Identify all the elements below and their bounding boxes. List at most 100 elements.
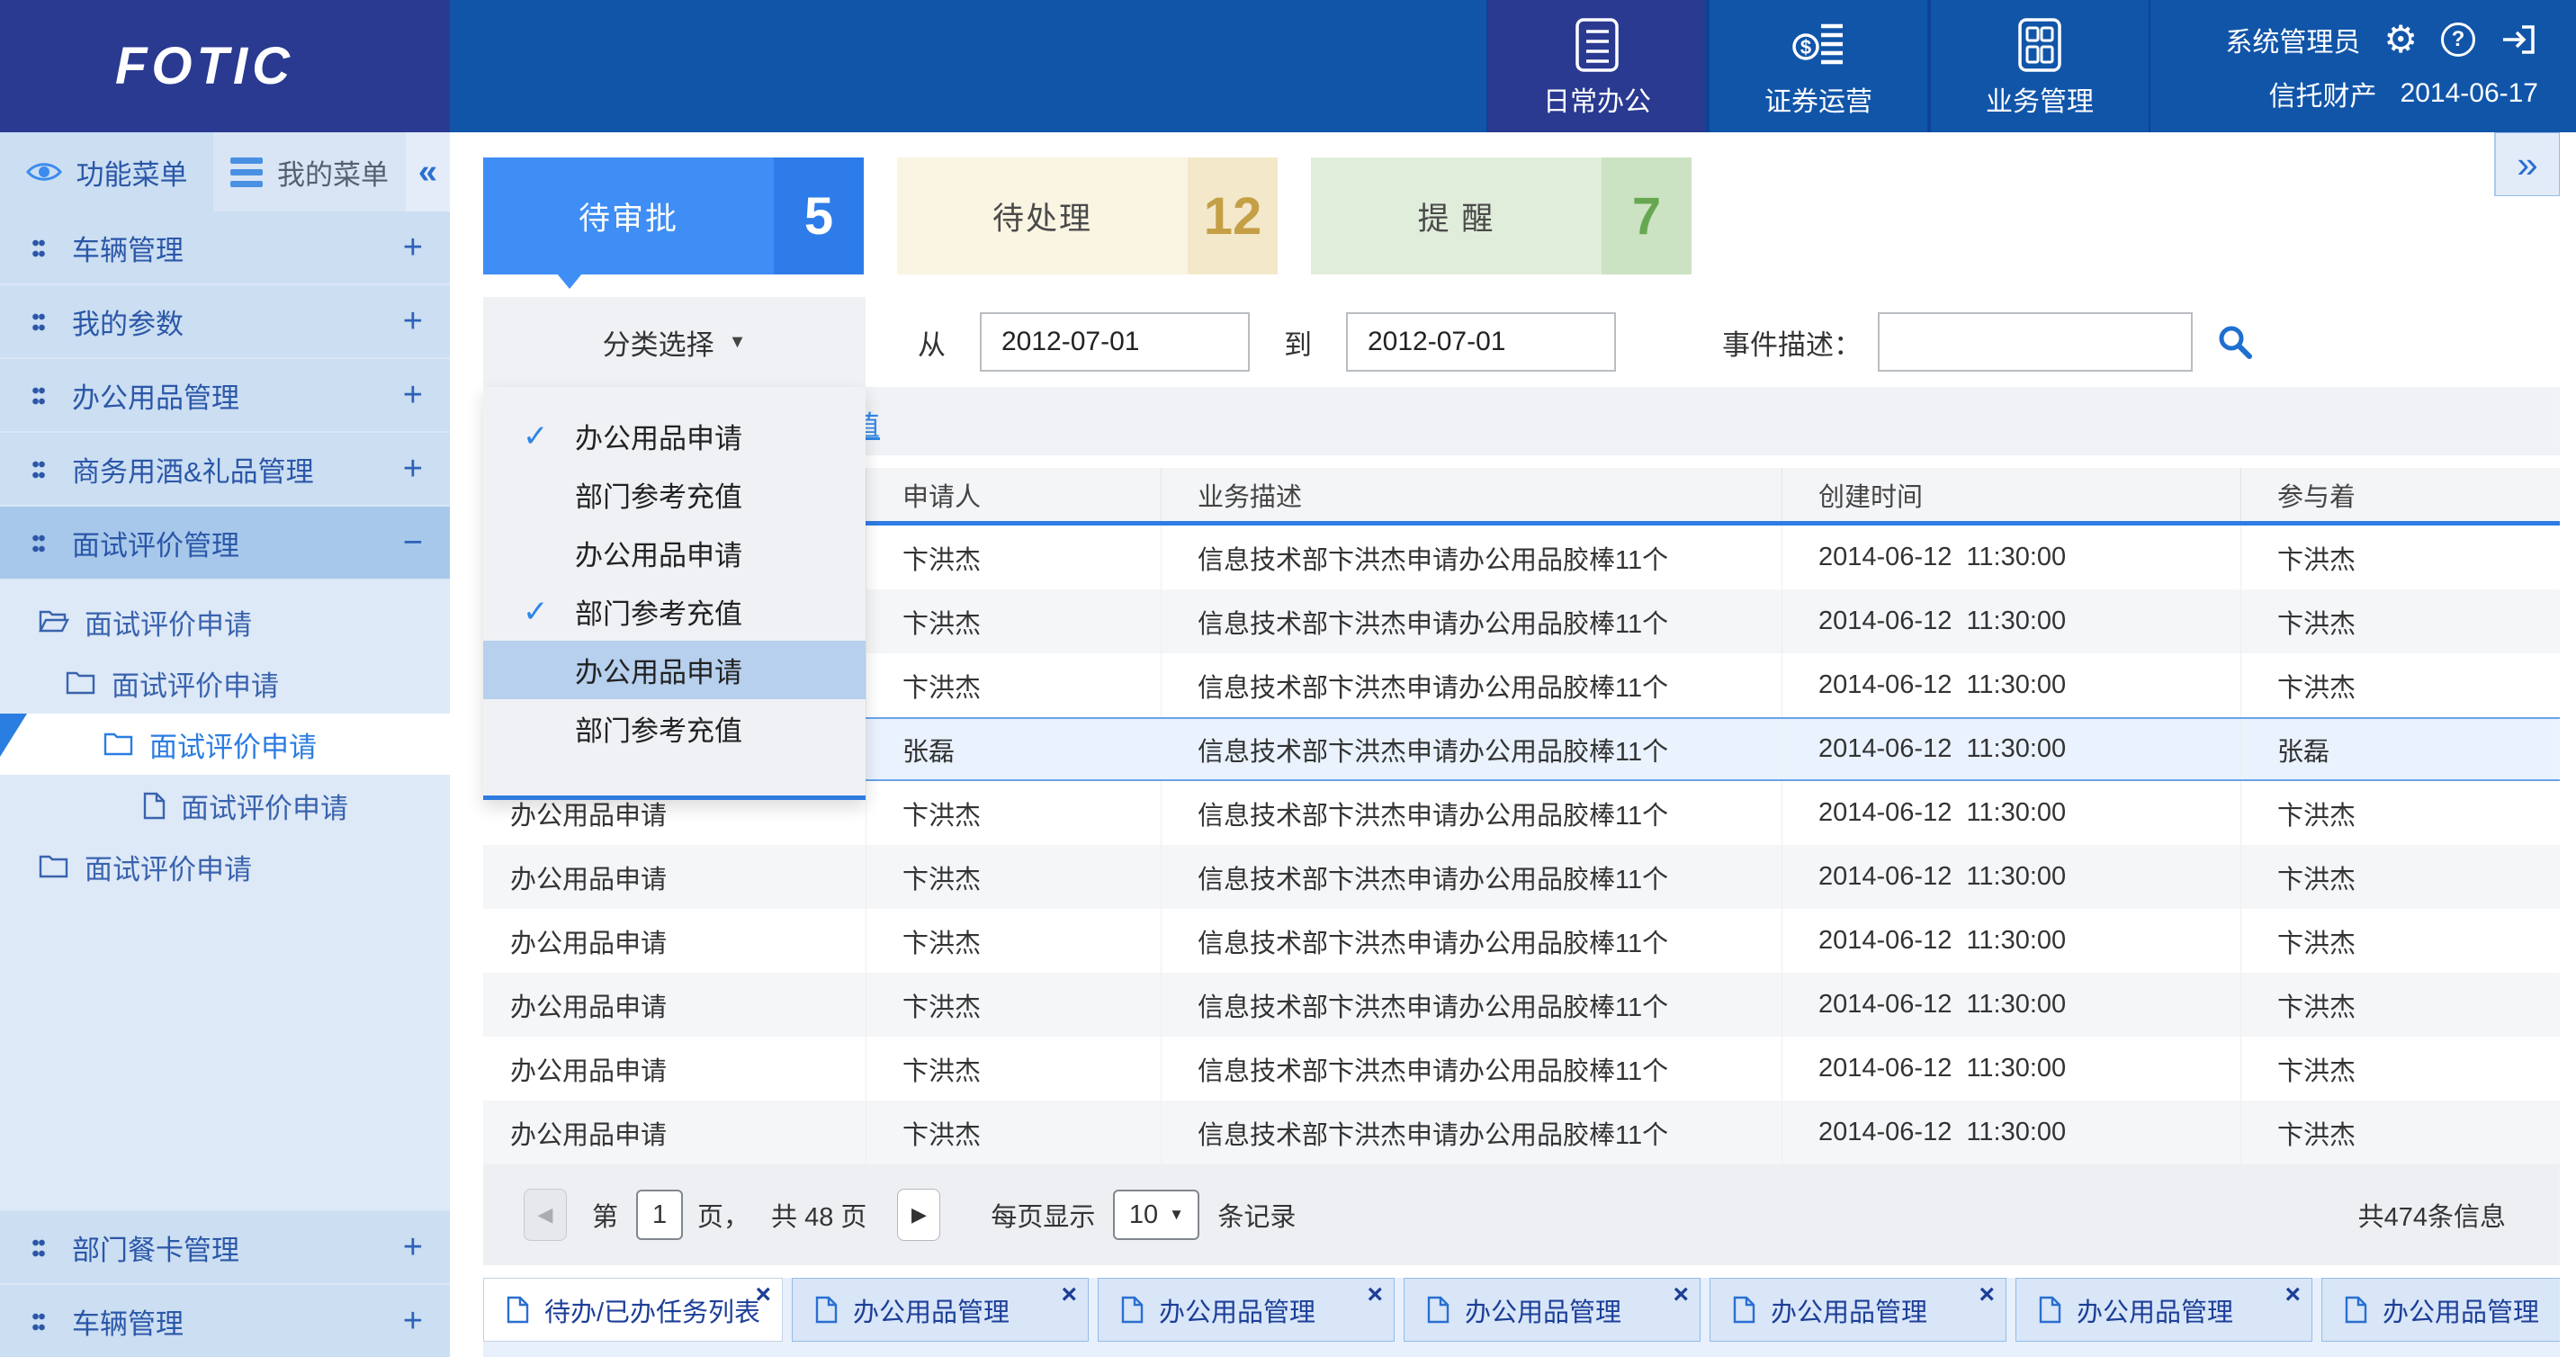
sidebar-menu-bottom-item-0[interactable]: 部门餐卡管理 + xyxy=(0,1209,450,1283)
expand-toggle[interactable]: + xyxy=(403,229,423,267)
user-org: 信托财产 xyxy=(2269,74,2377,113)
drag-handle-icon xyxy=(32,530,45,555)
close-icon[interactable]: × xyxy=(2284,1281,2301,1309)
cell-created-time: 2014-06-12 11:30:00 xyxy=(1782,1037,2240,1101)
sidebar-tree-label: 面试评价申请 xyxy=(85,602,252,643)
sidebar-tree-item-3[interactable]: 面试评价申请 xyxy=(0,775,450,836)
sidebar-menu-item-4[interactable]: 面试评价管理 − xyxy=(0,507,450,580)
top-nav-item-0[interactable]: $ 日常办公 xyxy=(1486,0,1708,132)
sidebar-tree-item-2[interactable]: 面试评价申请 xyxy=(0,714,450,775)
bottom-tab-2[interactable]: 办公用品管理 × xyxy=(1098,1278,1395,1342)
date-from-label: 从 xyxy=(918,322,946,363)
cell-participant: 卞洪杰 xyxy=(2240,653,2560,717)
drag-handle-icon xyxy=(32,309,45,334)
cell-description: 信息技术部卞洪杰申请办公用品胶棒11个 xyxy=(1161,589,1782,653)
cell-created-time: 2014-06-12 11:30:00 xyxy=(1782,781,2240,845)
sidebar-tree-item-1[interactable]: 面试评价申请 xyxy=(0,652,450,714)
sidebar-tab-function-menu[interactable]: 功能菜单 xyxy=(0,132,213,211)
bottom-tab-5[interactable]: 办公用品管理 × xyxy=(2015,1278,2312,1342)
bottom-tab-label: 办公用品管理 xyxy=(1159,1291,1315,1329)
search-icon[interactable] xyxy=(2216,323,2254,361)
category-select-button[interactable]: 分类选择 ▼ xyxy=(483,297,866,387)
chevron-down-icon: ▼ xyxy=(1169,1206,1184,1224)
event-desc-input[interactable] xyxy=(1878,312,2193,372)
sidebar-menu: 车辆管理 + 我的参数 + 办公用品管理 + xyxy=(0,211,450,580)
top-nav-item-1[interactable]: $ 证券运营 xyxy=(1708,0,1929,132)
document-icon xyxy=(2344,1295,2368,1325)
sidebar-tree-item-4[interactable]: 面试评价申请 xyxy=(0,836,450,897)
close-icon[interactable]: × xyxy=(1367,1281,1383,1309)
date-to-input[interactable] xyxy=(1346,312,1616,372)
dropdown-item-3[interactable]: ✓ 部门参考充值 xyxy=(483,582,866,641)
drag-handle-icon xyxy=(32,1235,45,1260)
sidebar-menu-item-1[interactable]: 我的参数 + xyxy=(0,285,450,359)
date-from-input[interactable] xyxy=(980,312,1250,372)
bottom-tab-1[interactable]: 办公用品管理 × xyxy=(792,1278,1089,1342)
drag-handle-icon xyxy=(32,382,45,408)
cell-created-time: 2014-06-12 11:30:00 xyxy=(1782,973,2240,1037)
sidebar-menu-bottom-item-1[interactable]: 车辆管理 + xyxy=(0,1283,450,1357)
expand-toggle[interactable]: + xyxy=(403,302,423,341)
close-icon[interactable]: × xyxy=(1061,1281,1077,1309)
sidebar-menu-item-2[interactable]: 办公用品管理 + xyxy=(0,359,450,433)
next-page-button[interactable]: ▶ xyxy=(897,1189,940,1241)
sidebar-tab-my-menu[interactable]: 我的菜单 xyxy=(213,132,406,211)
settings-gear-icon[interactable]: ⚙ xyxy=(2383,21,2418,58)
help-icon[interactable]: ? xyxy=(2441,22,2475,57)
expand-toggle[interactable]: − xyxy=(403,524,423,562)
bottom-tab-bar: 待办/已办任务列表 × 办公用品管理 × 办公用品管理 × xyxy=(483,1278,2560,1357)
dropdown-item-0[interactable]: ✓ 办公用品申请 xyxy=(483,407,866,465)
bottom-tab-4[interactable]: 办公用品管理 × xyxy=(1710,1278,2006,1342)
table-row-5[interactable]: 办公用品申请 卞洪杰 信息技术部卞洪杰申请办公用品胶棒11个 2014-06-1… xyxy=(483,845,2560,909)
status-card-2[interactable]: 提 醒 7 xyxy=(1311,157,1692,274)
sidebar-collapse-button[interactable]: « xyxy=(406,132,450,211)
total-records-info: 共474条信息 xyxy=(2358,1196,2506,1234)
sidebar-tabs: 功能菜单 我的菜单 « xyxy=(0,132,450,211)
prev-page-button[interactable]: ◀ xyxy=(524,1189,567,1241)
close-icon[interactable]: × xyxy=(1673,1281,1689,1309)
table-row-9[interactable]: 办公用品申请 卞洪杰 信息技术部卞洪杰申请办公用品胶棒11个 2014-06-1… xyxy=(483,1101,2560,1164)
business-grid-icon xyxy=(2017,17,2062,73)
page-number-input[interactable] xyxy=(636,1190,683,1240)
table-row-8[interactable]: 办公用品申请 卞洪杰 信息技术部卞洪杰申请办公用品胶棒11个 2014-06-1… xyxy=(483,1037,2560,1101)
drag-handle-icon xyxy=(32,235,45,260)
cell-description: 信息技术部卞洪杰申请办公用品胶棒11个 xyxy=(1161,719,1782,779)
sidebar-menu-item-3[interactable]: 商务用酒&礼品管理 + xyxy=(0,433,450,507)
bottom-tab-3[interactable]: 办公用品管理 × xyxy=(1404,1278,1701,1342)
table-row-7[interactable]: 办公用品申请 卞洪杰 信息技术部卞洪杰申请办公用品胶棒11个 2014-06-1… xyxy=(483,973,2560,1037)
sidebar-menu-item-0[interactable]: 车辆管理 + xyxy=(0,211,450,285)
logout-icon[interactable] xyxy=(2499,21,2538,58)
top-nav: $ 日常办公 $ 证券运营 xyxy=(1486,0,2150,132)
cell-description: 信息技术部卞洪杰申请办公用品胶棒11个 xyxy=(1161,526,1782,589)
dropdown-item-2[interactable]: ✓ 办公用品申请 xyxy=(483,524,866,582)
menu-bars-icon xyxy=(230,157,263,187)
status-card-count: 5 xyxy=(774,157,864,274)
document-icon xyxy=(1732,1295,1756,1325)
cell-created-time: 2014-06-12 11:30:00 xyxy=(1782,909,2240,973)
dropdown-item-1[interactable]: ✓ 部门参考充值 xyxy=(483,465,866,524)
bottom-tab-6[interactable]: 办公用品管理 × xyxy=(2321,1278,2560,1342)
sidebar-tree-item-0[interactable]: 面试评价申请 xyxy=(0,591,450,652)
cell-applicant: 卞洪杰 xyxy=(866,589,1161,653)
dropdown-item-4[interactable]: ✓ 办公用品申请 xyxy=(483,641,866,699)
close-icon[interactable]: × xyxy=(1979,1281,1995,1309)
expand-toggle[interactable]: + xyxy=(403,1302,423,1341)
check-icon: ✓ xyxy=(523,418,575,454)
per-page-select[interactable]: 10 ▼ xyxy=(1113,1190,1199,1240)
tab-overflow-button[interactable]: » xyxy=(2494,132,2560,196)
bottom-tab-0[interactable]: 待办/已办任务列表 × xyxy=(483,1278,783,1342)
sidebar-menu-label: 面试评价管理 xyxy=(72,523,239,563)
status-card-1[interactable]: 待处理 12 xyxy=(897,157,1278,274)
event-desc-label: 事件描述： xyxy=(1722,322,1862,363)
expand-toggle[interactable]: + xyxy=(403,450,423,489)
dropdown-item-label: 办公用品申请 xyxy=(575,650,742,690)
dropdown-item-5[interactable]: ✓ 部门参考充值 xyxy=(483,699,866,758)
expand-toggle[interactable]: + xyxy=(403,376,423,415)
expand-toggle[interactable]: + xyxy=(403,1228,423,1267)
status-card-0[interactable]: 待审批 5 xyxy=(483,157,864,274)
dropdown-item-label: 部门参考充值 xyxy=(575,474,742,515)
table-row-6[interactable]: 办公用品申请 卞洪杰 信息技术部卞洪杰申请办公用品胶棒11个 2014-06-1… xyxy=(483,909,2560,973)
top-nav-item-2[interactable]: $ 业务管理 xyxy=(1929,0,2150,132)
close-icon[interactable]: × xyxy=(755,1281,771,1309)
drag-handle-icon xyxy=(32,1308,45,1334)
